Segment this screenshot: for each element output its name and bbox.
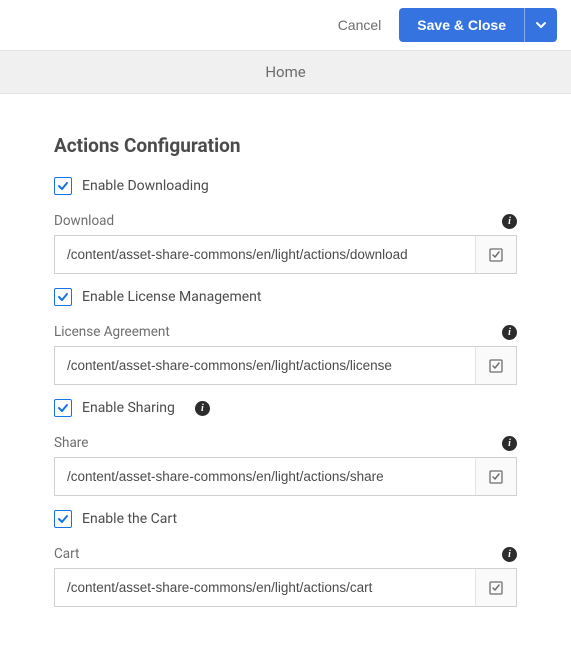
check-icon xyxy=(57,180,69,192)
license-picker-button[interactable] xyxy=(475,346,517,385)
toolbar: Cancel Save & Close xyxy=(0,0,571,50)
cancel-button[interactable]: Cancel xyxy=(334,11,386,39)
cart-field-label: Cart xyxy=(54,546,79,562)
picker-icon xyxy=(488,358,504,374)
enable-license-checkbox[interactable] xyxy=(54,288,72,306)
info-icon[interactable]: i xyxy=(502,547,517,562)
cart-input[interactable] xyxy=(54,568,475,607)
info-icon[interactable]: i xyxy=(502,214,517,229)
enable-sharing-checkbox[interactable] xyxy=(54,399,72,417)
download-group: Enable Downloading Download i xyxy=(54,177,517,274)
cart-picker-button[interactable] xyxy=(475,568,517,607)
save-close-button[interactable]: Save & Close xyxy=(399,8,524,42)
enable-cart-checkbox[interactable] xyxy=(54,510,72,528)
share-picker-button[interactable] xyxy=(475,457,517,496)
download-input[interactable] xyxy=(54,235,475,274)
share-input[interactable] xyxy=(54,457,475,496)
check-icon xyxy=(57,402,69,414)
chevron-down-icon xyxy=(535,19,547,31)
share-field-label: Share xyxy=(54,435,88,451)
info-icon[interactable]: i xyxy=(502,325,517,340)
breadcrumb: Home xyxy=(0,50,571,94)
enable-sharing-label: Enable Sharing xyxy=(82,400,175,416)
picker-icon xyxy=(488,247,504,263)
license-field-label: License Agreement xyxy=(54,324,170,340)
download-field-label: Download xyxy=(54,213,114,229)
check-icon xyxy=(57,513,69,525)
enable-cart-label: Enable the Cart xyxy=(82,511,177,527)
license-input[interactable] xyxy=(54,346,475,385)
info-icon[interactable]: i xyxy=(195,401,210,416)
save-button-group: Save & Close xyxy=(399,8,557,42)
check-icon xyxy=(57,291,69,303)
cart-group: Enable the Cart Cart i xyxy=(54,510,517,607)
share-group: Enable Sharing i Share i xyxy=(54,399,517,496)
picker-icon xyxy=(488,469,504,485)
enable-downloading-checkbox[interactable] xyxy=(54,177,72,195)
save-dropdown-button[interactable] xyxy=(524,8,557,42)
info-icon[interactable]: i xyxy=(502,436,517,451)
content: Actions Configuration Enable Downloading… xyxy=(0,94,571,635)
download-picker-button[interactable] xyxy=(475,235,517,274)
license-group: Enable License Management License Agreem… xyxy=(54,288,517,385)
picker-icon xyxy=(488,580,504,596)
section-title: Actions Configuration xyxy=(54,134,517,157)
enable-downloading-label: Enable Downloading xyxy=(82,178,209,194)
enable-license-label: Enable License Management xyxy=(82,289,262,305)
breadcrumb-title: Home xyxy=(265,63,305,81)
